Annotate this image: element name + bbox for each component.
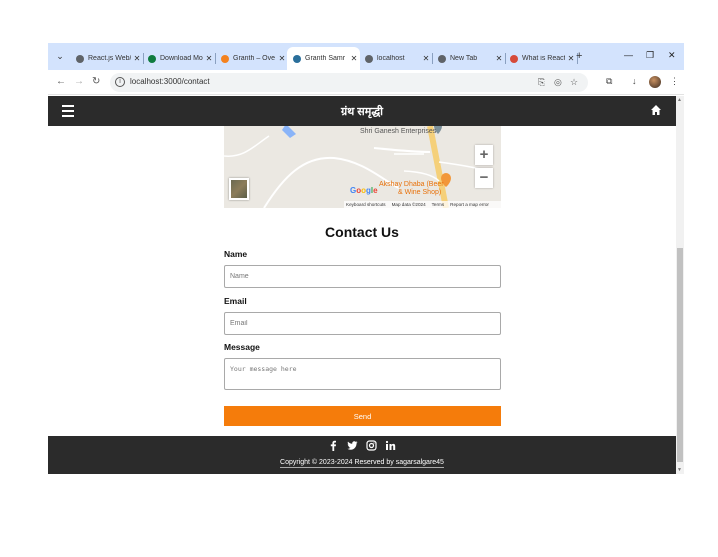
tab-title: Granth Samr [305, 55, 346, 62]
site-navbar: ग्रंथ समृद्धी [48, 96, 676, 126]
extensions-icon[interactable]: ⧉ [606, 76, 612, 87]
copyright-link[interactable]: Copyright © 2023-2024 Reserved by sagars… [280, 459, 444, 468]
social-links [48, 440, 676, 451]
message-field[interactable] [224, 358, 501, 390]
map-satellite-toggle[interactable] [229, 178, 249, 200]
linkedin-icon[interactable] [385, 440, 396, 451]
name-label: Name [224, 249, 248, 259]
map-report-error-link[interactable]: Report a map error [450, 201, 489, 208]
site-info-icon[interactable]: i [115, 77, 125, 87]
tab-favicon-icon [221, 54, 229, 63]
close-window-icon[interactable]: ✕ [668, 50, 676, 61]
message-label: Message [224, 342, 260, 352]
site-footer: Copyright © 2023-2024 Reserved by sagars… [48, 436, 676, 474]
tab-strip: ⌄ React.js Web/✕ Download Mo ✕ Granth – Ove… [48, 43, 684, 70]
browser-window: ⌄ React.js Web/✕ Download Mo ✕ Granth – Ove… [48, 43, 684, 474]
star-icon[interactable]: ☆ [570, 77, 578, 88]
map-zoom-in-button[interactable]: + [475, 145, 493, 165]
page-title: Contact Us [325, 224, 399, 240]
map-data-text: Map data ©2024 [391, 202, 426, 207]
browser-tab[interactable]: New Tab ✕ [432, 47, 506, 70]
profile-avatar[interactable] [649, 76, 661, 88]
instagram-icon[interactable] [366, 440, 377, 451]
restore-icon[interactable]: ❐ [646, 50, 654, 61]
tab-title: What is React [522, 55, 565, 62]
email-label: Email [224, 296, 247, 306]
twitter-icon[interactable] [347, 440, 358, 451]
new-tab-icon[interactable]: + [576, 50, 582, 62]
google-logo: Google [350, 186, 378, 195]
browser-tab[interactable]: Granth – Ove ✕ [215, 47, 288, 70]
tab-search-dropdown-icon[interactable]: ⌄ [53, 49, 67, 63]
tab-title: Granth – Ove [233, 55, 276, 62]
tab-favicon-icon [148, 54, 156, 63]
tab-favicon-icon [76, 54, 84, 63]
copyright-text: Copyright © 2023-2024 Reserved by sagars… [48, 459, 676, 468]
tab-favicon-icon [438, 54, 446, 63]
email-field[interactable] [224, 312, 501, 335]
browser-tab[interactable]: What is React ✕ [504, 47, 578, 70]
name-field[interactable] [224, 265, 501, 288]
back-icon[interactable]: ← [56, 76, 66, 87]
page-scrollbar[interactable]: ▲ ▼ [676, 96, 684, 474]
map-place-label[interactable]: Shri Ganesh Enterprises [360, 128, 436, 135]
tab-favicon-icon [293, 54, 301, 63]
install-app-icon[interactable]: ⎘ [538, 77, 545, 88]
reload-icon[interactable]: ↻ [92, 76, 100, 87]
browser-tab[interactable]: localhost ✕ [359, 47, 433, 70]
scroll-down-icon[interactable]: ▼ [677, 467, 682, 473]
send-button[interactable]: Send [224, 406, 501, 426]
site-brand[interactable]: ग्रंथ समृद्धी [48, 104, 676, 119]
embedded-map[interactable]: Shri Ganesh Enterprises Akshay Dhaba (Be… [224, 126, 501, 208]
browser-tab[interactable]: Download Mo ✕ [142, 47, 216, 70]
browser-tab[interactable]: Granth Samr ✕ [287, 47, 360, 70]
address-bar-url[interactable]: localhost:3000/contact [130, 77, 210, 86]
map-zoom-out-button[interactable]: − [475, 168, 493, 188]
facebook-icon[interactable] [328, 440, 339, 451]
eye-off-icon[interactable]: ◎ [554, 77, 562, 88]
download-icon[interactable]: ↓ [632, 76, 637, 86]
map-keyboard-shortcuts-link[interactable]: Keyboard shortcuts [346, 201, 386, 208]
map-place-label[interactable]: & Wine Shop) [398, 189, 441, 196]
address-bar[interactable]: i localhost:3000/contact ⎘ ◎ ☆ [110, 73, 588, 92]
map-roads [224, 126, 485, 208]
tab-title: React.js Web/ [88, 55, 131, 62]
tab-close-icon[interactable]: ✕ [420, 54, 432, 63]
map-place-label[interactable]: Akshay Dhaba (Beer [379, 181, 444, 188]
tab-favicon-icon [365, 54, 373, 63]
forward-icon[interactable]: → [74, 76, 84, 87]
map-terms-link[interactable]: Terms [432, 201, 445, 208]
browser-tab[interactable]: React.js Web/✕ [70, 47, 144, 70]
tab-title: New Tab [450, 55, 478, 62]
home-icon[interactable] [650, 104, 662, 116]
tab-title: Download Mo [160, 55, 203, 62]
tab-favicon-icon [510, 54, 518, 63]
tab-title: localhost [377, 55, 405, 62]
menu-dots-icon[interactable]: ⋮ [670, 76, 679, 87]
minimize-icon[interactable]: — [624, 50, 633, 60]
browser-toolbar: ← → ↻ i localhost:3000/contact ⎘ ◎ ☆ ⧉ ↓… [48, 70, 684, 95]
map-attribution: Keyboard shortcuts Map data ©2024 Terms … [344, 201, 501, 208]
web-page: ग्रंथ समृद्धी Shri Ganesh Enterprises Ak… [48, 96, 676, 474]
scroll-up-icon[interactable]: ▲ [677, 97, 682, 103]
tab-close-icon[interactable]: ✕ [203, 54, 215, 63]
scrollbar-thumb[interactable] [677, 248, 683, 462]
